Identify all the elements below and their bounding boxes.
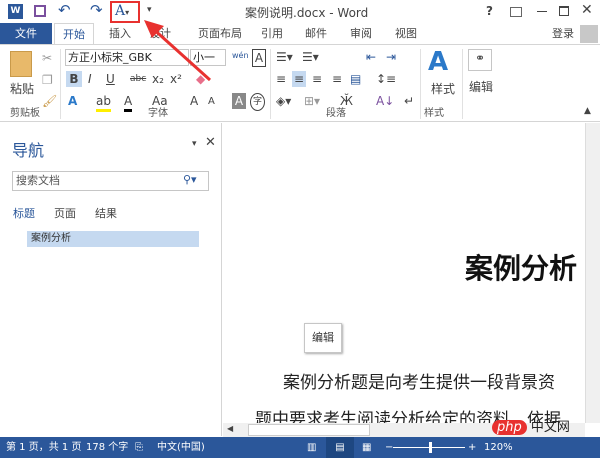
- window-title: 案例说明.docx - Word: [245, 6, 369, 20]
- collapse-ribbon-icon[interactable]: ▲: [584, 103, 591, 119]
- language[interactable]: 中文(中国): [157, 437, 205, 458]
- search-icon[interactable]: ⚲▾: [183, 173, 197, 186]
- maximize-button[interactable]: [559, 6, 569, 16]
- doc-title: 案例分析: [465, 252, 578, 285]
- divider: [420, 49, 421, 119]
- zoom-level[interactable]: 120%: [484, 437, 513, 458]
- outdent-icon[interactable]: ⇤: [366, 49, 376, 65]
- minimize-button[interactable]: [537, 11, 547, 12]
- undo-icon[interactable]: ↶: [58, 1, 71, 19]
- word-logo-icon: W: [8, 4, 23, 19]
- divider: [462, 49, 463, 119]
- scroll-thumb[interactable]: [248, 424, 370, 436]
- nav-tab-pages[interactable]: 页面: [54, 205, 76, 221]
- highlight-icon[interactable]: ab: [96, 93, 111, 112]
- group-styles-label: 样式: [424, 108, 444, 119]
- signin-link[interactable]: 登录: [548, 23, 578, 44]
- bold-button[interactable]: B: [66, 71, 82, 87]
- divider: [60, 49, 61, 119]
- underline-button[interactable]: U: [106, 71, 115, 87]
- line-spacing-icon[interactable]: ↕≡: [376, 71, 396, 87]
- ribbon-display-icon[interactable]: [510, 7, 522, 17]
- ribbon: 粘贴 ✂ ❐ 🖌 剪贴板 方正小标宋_GBK 小一 wén A B I U ab…: [0, 44, 600, 122]
- tab-home[interactable]: 开始: [54, 23, 94, 45]
- nav-options-icon[interactable]: ▾: [192, 139, 197, 149]
- enclose-characters-button[interactable]: 字: [250, 93, 265, 111]
- paste-button[interactable]: 粘贴: [10, 81, 34, 97]
- tab-insert[interactable]: 插入: [100, 23, 140, 44]
- divider: [270, 49, 271, 119]
- search-input[interactable]: 搜索文档: [12, 171, 209, 191]
- shading-icon[interactable]: ◈▾: [276, 93, 291, 109]
- word-count[interactable]: 178 个字: [86, 437, 128, 458]
- italic-button[interactable]: I: [88, 71, 92, 87]
- indent-icon[interactable]: ⇥: [386, 49, 396, 65]
- borders-icon[interactable]: ⊞▾: [304, 93, 320, 109]
- cut-icon[interactable]: ✂: [42, 50, 52, 66]
- font-color-icon[interactable]: A: [124, 93, 133, 112]
- group-font-label: 字体: [148, 108, 168, 119]
- close-button[interactable]: ✕: [581, 2, 593, 18]
- group-clipboard-label: 剪贴板: [10, 108, 40, 119]
- format-painter-icon[interactable]: 🖌: [42, 93, 57, 109]
- doc-line: 案例分析题是向考生提供一段背景资: [283, 373, 555, 393]
- watermark: php 中文网: [492, 416, 570, 435]
- character-shading-button[interactable]: A: [232, 93, 246, 109]
- help-button[interactable]: ?: [486, 4, 493, 18]
- styles-icon[interactable]: A: [428, 47, 448, 77]
- align-right-icon[interactable]: ≡: [312, 71, 322, 87]
- save-icon[interactable]: [34, 5, 46, 17]
- tab-references[interactable]: 引用: [254, 23, 290, 44]
- print-layout-icon[interactable]: ▤: [326, 437, 354, 458]
- tab-review[interactable]: 审阅: [343, 23, 379, 44]
- heading-item[interactable]: 案例分析: [27, 231, 199, 247]
- nav-tab-results[interactable]: 结果: [95, 205, 117, 221]
- tab-view[interactable]: 视图: [388, 23, 424, 44]
- document-page[interactable]: 案例分析 编辑 案例分析题是向考生提供一段背景资 题中要求考生阅读分析给定的资料…: [223, 123, 585, 430]
- proofing-icon[interactable]: ⎘: [135, 437, 143, 458]
- avatar[interactable]: [580, 25, 598, 43]
- text-effects-icon[interactable]: A: [68, 93, 77, 109]
- nav-tab-headings[interactable]: 标题: [13, 205, 35, 221]
- sort-icon[interactable]: A↓: [376, 93, 394, 109]
- vertical-scrollbar[interactable]: [585, 123, 600, 423]
- zoom-in-button[interactable]: +: [468, 437, 476, 458]
- annotation-arrow: [144, 20, 212, 82]
- bullets-icon[interactable]: ☰▾: [276, 49, 293, 65]
- title-bar: W ↶ ↷ A▾ ▾ 案例说明.docx - Word ? ✕: [0, 0, 600, 23]
- tooltip-edit: 编辑: [304, 323, 342, 353]
- editing-button[interactable]: 编辑: [467, 79, 495, 95]
- scroll-left-icon[interactable]: ◀: [227, 424, 233, 433]
- distributed-icon[interactable]: ▤: [350, 71, 361, 87]
- grow-font-button[interactable]: A: [190, 93, 198, 109]
- ribbon-tabs: 文件 开始 插入 设计 页面布局 引用 邮件 审阅 视图 登录: [0, 23, 600, 45]
- paste-icon[interactable]: [10, 51, 32, 77]
- customize-qat-icon[interactable]: ▾: [147, 5, 152, 15]
- read-mode-icon[interactable]: ▥: [307, 437, 316, 458]
- tab-file[interactable]: 文件: [0, 23, 52, 44]
- shrink-font-button[interactable]: A: [208, 94, 215, 110]
- tab-mailings[interactable]: 邮件: [298, 23, 334, 44]
- align-left-icon[interactable]: ≡: [276, 71, 286, 87]
- nav-close-icon[interactable]: ✕: [205, 135, 216, 150]
- styles-button[interactable]: 样式: [428, 81, 458, 97]
- page-count[interactable]: 第 1 页，共 1 页: [6, 437, 81, 458]
- copy-icon[interactable]: ❐: [42, 72, 53, 88]
- align-center-icon[interactable]: ≡: [292, 71, 306, 87]
- nav-title: 导航: [12, 141, 45, 160]
- navigation-pane: 导航 ▾ ✕ 搜索文档 ⚲▾ 标题 页面 结果 案例分析: [0, 123, 222, 436]
- show-marks-icon[interactable]: ↵: [404, 93, 414, 109]
- group-paragraph-label: 段落: [326, 108, 346, 119]
- justify-icon[interactable]: ≡: [332, 71, 342, 87]
- find-binoculars-icon[interactable]: ⚭: [468, 49, 492, 71]
- zoom-slider-thumb[interactable]: [429, 442, 432, 453]
- web-layout-icon[interactable]: ▦: [362, 437, 371, 458]
- redo-icon[interactable]: ↷: [90, 1, 103, 19]
- status-bar: 第 1 页，共 1 页 178 个字 ⎘ 中文(中国) ▥ ▤ ▦ − + 12…: [0, 437, 600, 458]
- numbering-icon[interactable]: ☰▾: [302, 49, 319, 65]
- text-effects-button[interactable]: A▾: [110, 1, 140, 23]
- character-border-icon[interactable]: A: [252, 49, 266, 67]
- phonetic-guide-icon[interactable]: wén: [232, 48, 249, 64]
